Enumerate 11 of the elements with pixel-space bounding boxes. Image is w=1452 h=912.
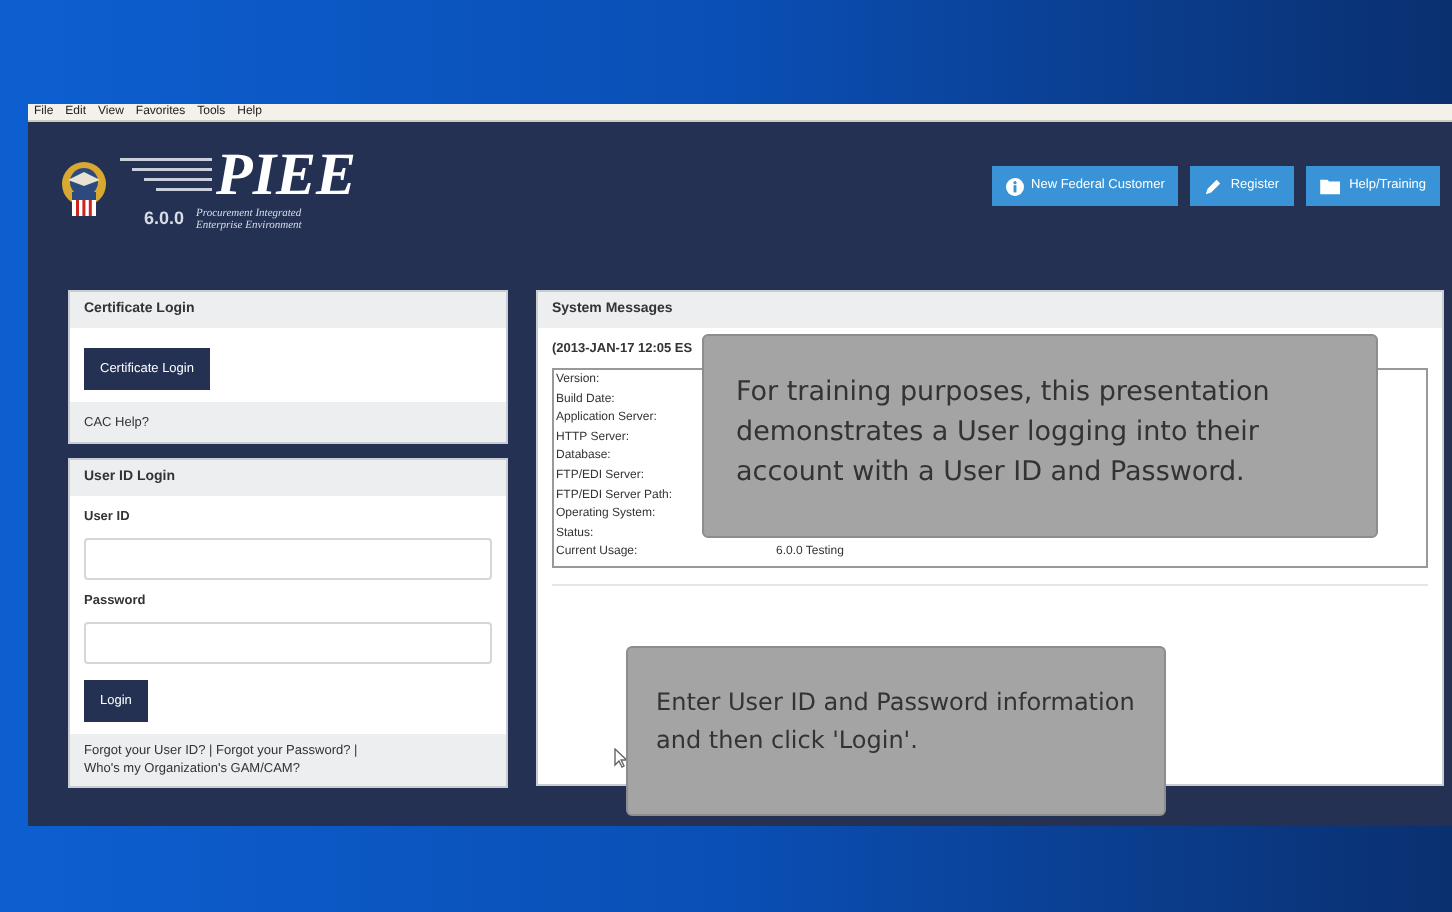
- input-field[interactable]: [84, 538, 492, 581]
- input-field[interactable]: [84, 621, 492, 664]
- logo-title: PIEE: [216, 146, 357, 206]
- pencil-icon: [1204, 177, 1223, 195]
- version-label: 6.0.0: [144, 206, 185, 232]
- callout-box: Enter User ID and Password information and then click 'Login'.: [626, 646, 1166, 816]
- info-icon: [1005, 177, 1024, 195]
- eagle-seal-icon: [60, 159, 108, 220]
- folder-icon: [1319, 177, 1342, 195]
- mouse-pointer-icon: [614, 748, 628, 768]
- callout-box: For training purposes, this presentation demonstrates a User logging into their account with a User ID and Password.: [702, 334, 1378, 538]
